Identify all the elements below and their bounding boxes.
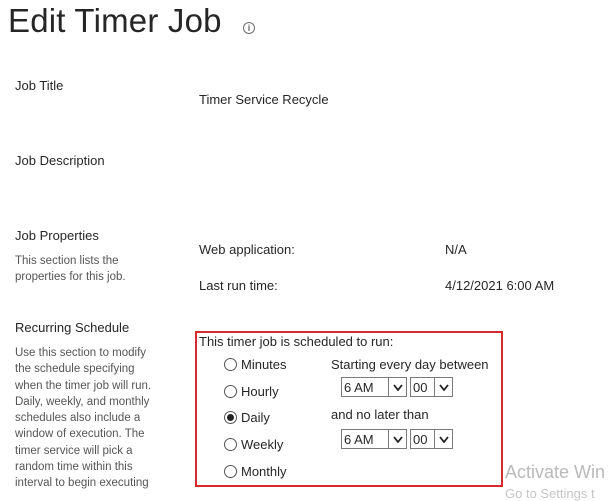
chevron-down-icon (434, 430, 452, 448)
no-later-label: and no later than (331, 407, 429, 422)
info-icon[interactable]: i (243, 22, 255, 34)
radio-minutes[interactable]: Minutes (224, 357, 287, 372)
start-minute-select[interactable]: 00 (410, 377, 453, 397)
start-minute-value: 00 (413, 379, 428, 395)
job-properties-description: This section lists the properties for th… (15, 255, 126, 284)
radio-weekly[interactable]: Weekly (224, 437, 283, 452)
radio-button-selected[interactable] (224, 411, 237, 424)
job-description-label: Job Description (15, 153, 105, 168)
start-hour-select[interactable]: 6 AM (341, 377, 407, 397)
recurring-schedule-label: Recurring Schedule (15, 320, 130, 335)
chevron-down-icon (388, 378, 406, 396)
end-minute-select[interactable]: 00 (410, 429, 453, 449)
web-application-value: N/A (445, 242, 467, 257)
radio-hourly[interactable]: Hourly (224, 384, 279, 399)
starting-label: Starting every day between (331, 357, 489, 372)
radio-label-weekly: Weekly (241, 437, 284, 452)
radio-label-minutes: Minutes (241, 357, 287, 372)
job-properties-label: Job Properties (15, 228, 99, 243)
web-application-label: Web application: (199, 242, 295, 257)
job-title-label: Job Title (15, 78, 64, 93)
radio-daily[interactable]: Daily (224, 410, 270, 425)
end-minute-value: 00 (413, 431, 428, 447)
job-title-value: Timer Service Recycle (199, 92, 329, 107)
last-run-label: Last run time: (199, 278, 278, 293)
radio-label-monthly: Monthly (241, 464, 287, 479)
chevron-down-icon (434, 378, 452, 396)
start-hour-value: 6 AM (344, 379, 374, 395)
schedule-heading: This timer job is scheduled to run: (199, 334, 394, 349)
radio-label-daily: Daily (241, 410, 270, 425)
last-run-value: 4/12/2021 6:00 AM (445, 278, 555, 293)
recurring-schedule-description: Use this section to modify the schedule … (15, 347, 152, 490)
end-hour-value: 6 AM (344, 431, 374, 447)
radio-monthly[interactable]: Monthly (224, 464, 287, 479)
chevron-down-icon (388, 430, 406, 448)
radio-button[interactable] (224, 438, 237, 451)
radio-label-hourly: Hourly (241, 384, 279, 399)
page-title: Edit Timer Job (8, 2, 222, 39)
activate-windows-watermark: Activate Win (505, 462, 606, 482)
end-hour-select[interactable]: 6 AM (341, 429, 407, 449)
radio-button[interactable] (224, 465, 237, 478)
radio-button[interactable] (224, 358, 237, 371)
radio-button[interactable] (224, 385, 237, 398)
